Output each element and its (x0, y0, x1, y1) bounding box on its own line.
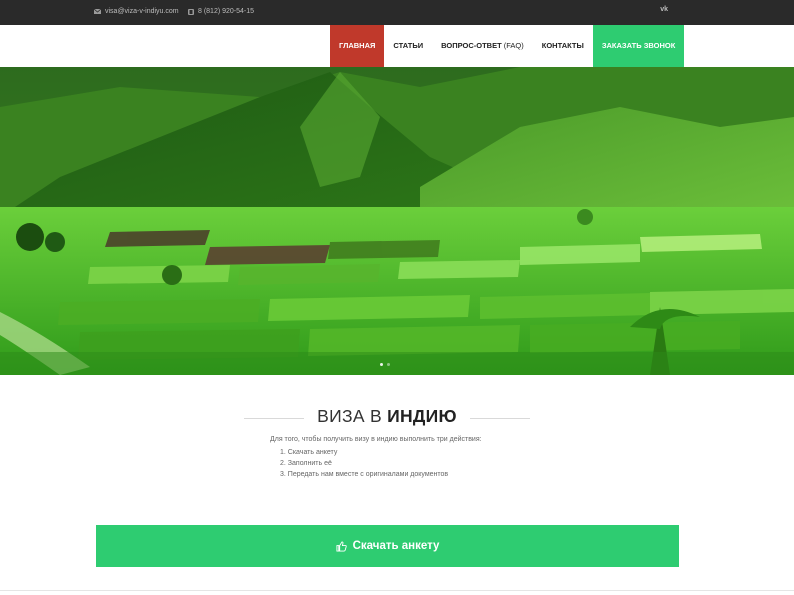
list-item: 2. Заполнить её (280, 460, 332, 467)
nav-item-contacts[interactable]: Контакты (533, 25, 593, 67)
top-bar: visa@viza-v-indiyu.com 8 (812) 920-54-15… (0, 0, 794, 25)
nav-contacts-label: Контакты (541, 41, 584, 50)
nav-home-label: Главная (339, 41, 376, 50)
footer-divider (0, 590, 794, 591)
list-item: 1. Скачать анкету (280, 449, 338, 456)
envelope-icon (94, 9, 101, 14)
title-bold: ИНДИЮ (387, 406, 457, 426)
slider-dots (380, 363, 390, 366)
heading-divider-right (470, 418, 530, 419)
download-label: Скачать анкету (352, 540, 440, 552)
intro-text: Для того, чтобы получить визу в индию вы… (270, 436, 482, 443)
vk-icon[interactable]: vk (660, 6, 668, 13)
phone-contact[interactable]: 8 (812) 920-54-15 (188, 8, 254, 15)
phone-text: 8 (812) 920-54-15 (198, 8, 255, 15)
main-navbar: Главная Статьи Вопрос-ответ (FAQ) Контак… (0, 25, 794, 67)
nav-articles-label: Статьи (393, 41, 424, 50)
title-light: ВИЗА В (317, 406, 382, 426)
thumbs-up-icon (336, 540, 347, 552)
slider-dot-2[interactable] (387, 363, 390, 366)
order-call-button[interactable]: Заказать звонок (592, 25, 685, 67)
nav-faq-label: Вопрос-ответ (441, 41, 502, 50)
page-title: ВИЗА В ИНДИЮ (244, 406, 530, 427)
nav-item-articles[interactable]: Статьи (384, 25, 432, 67)
main-nav: Главная Статьи Вопрос-ответ (FAQ) Контак… (330, 25, 685, 67)
steps-list: 1. Скачать анкету 2. Заполнить её 3. Пер… (280, 447, 448, 480)
hero-image (0, 67, 794, 375)
nav-item-home[interactable]: Главная (330, 25, 385, 67)
phone-icon (188, 8, 194, 15)
list-item: 3. Передать нам вместе с оригиналами док… (280, 471, 449, 478)
nav-faq-suffix: (FAQ) (503, 41, 524, 50)
hero-slider[interactable] (0, 67, 794, 375)
order-call-label: Заказать звонок (601, 41, 676, 50)
section-heading: ВИЗА В ИНДИЮ (244, 406, 530, 430)
email-text: visa@viza-v-indiyu.com (105, 8, 179, 15)
email-contact[interactable]: visa@viza-v-indiyu.com (94, 8, 179, 15)
nav-item-faq[interactable]: Вопрос-ответ (FAQ) (432, 25, 533, 67)
download-form-button[interactable]: Скачать анкету (96, 525, 679, 567)
slider-dot-1[interactable] (380, 363, 383, 366)
